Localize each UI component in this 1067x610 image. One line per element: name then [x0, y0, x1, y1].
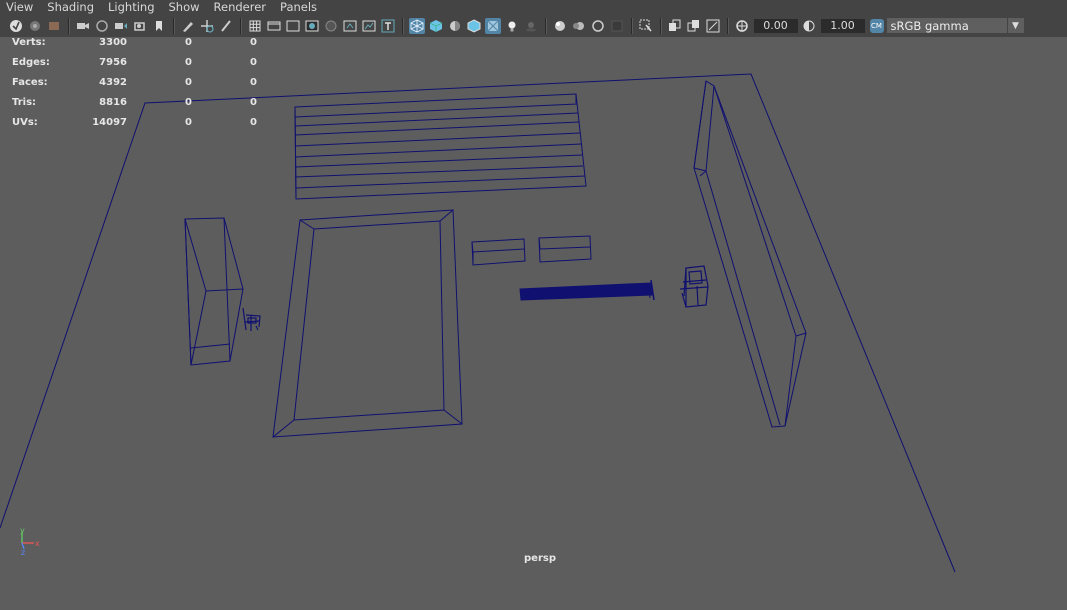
toolbar-separator	[67, 17, 70, 34]
film-gate-icon[interactable]	[266, 18, 282, 34]
use-all-lights-icon[interactable]	[504, 18, 520, 34]
grid-icon[interactable]	[247, 18, 263, 34]
wireframe-on-shaded-icon[interactable]	[466, 18, 482, 34]
hud-value-object: 14097	[92, 117, 127, 128]
toolbar-separator	[544, 17, 547, 34]
toolbar-separator	[659, 17, 662, 34]
wireframe-icon[interactable]	[409, 17, 425, 34]
next-view-icon[interactable]	[132, 18, 148, 34]
xray-joints-icon[interactable]	[667, 18, 683, 34]
exposure-field[interactable]	[753, 18, 798, 33]
chevron-down-icon[interactable]: ▼	[1006, 18, 1024, 33]
color-management-toggle[interactable]: CM	[869, 18, 884, 33]
wall-panel-object	[693, 80, 807, 428]
toolbar-separator	[630, 17, 633, 34]
hud-value-object: 7956	[99, 57, 127, 68]
axis-gizmo: y x z	[20, 526, 40, 556]
bookmarks-icon[interactable]	[46, 18, 62, 34]
hud-value-selected: 0	[185, 77, 192, 88]
menu-show[interactable]: Show	[162, 0, 207, 14]
previous-view-icon[interactable]	[113, 18, 129, 34]
toolbar-separator	[401, 17, 404, 34]
depth-of-field-icon[interactable]	[609, 18, 625, 34]
paint-brush-icon[interactable]	[218, 18, 234, 34]
hud-value-components: 0	[250, 97, 257, 108]
field-chart-icon[interactable]	[323, 18, 339, 34]
hud-value-object: 8816	[99, 97, 127, 108]
default-material-icon[interactable]	[447, 18, 463, 34]
box-object-2	[538, 235, 592, 263]
image-plane-icon[interactable]	[75, 18, 91, 34]
view-transform-icon[interactable]	[94, 18, 110, 34]
toolbar-separator	[172, 17, 175, 34]
menu-shading[interactable]: Shading	[40, 0, 101, 14]
bookmark-icon[interactable]	[151, 18, 167, 34]
toolbar-separator	[239, 17, 242, 34]
panel-toolbar: CM sRGB gamma ▼	[0, 14, 1067, 37]
hud-label: Faces:	[12, 77, 48, 88]
hud-label: UVs:	[12, 117, 38, 128]
hud-row-verts: Verts: 3300 0 0	[0, 37, 280, 57]
motion-blur-icon[interactable]	[571, 18, 587, 34]
menu-renderer[interactable]: Renderer	[207, 0, 274, 14]
panel-menu-bar: View Shading Lighting Show Renderer Pane…	[0, 0, 1067, 14]
safe-action-icon[interactable]	[342, 18, 358, 34]
safe-title-icon[interactable]	[361, 18, 377, 34]
smooth-shade-icon[interactable]	[428, 18, 444, 34]
select-camera-icon[interactable]	[8, 18, 24, 34]
bench-object	[519, 279, 655, 301]
hud-value-components: 0	[250, 37, 257, 48]
hud-value-selected: 0	[185, 117, 192, 128]
gamma-icon[interactable]	[801, 18, 817, 34]
cabinet-object	[184, 217, 244, 366]
text-title-icon[interactable]	[380, 18, 396, 34]
box-object-1	[471, 238, 526, 266]
xray-active-components-icon[interactable]	[686, 18, 702, 34]
isolate-select-icon[interactable]	[638, 18, 654, 34]
camera-attributes-icon[interactable]	[27, 18, 43, 34]
camera-name-label: persp	[524, 553, 556, 564]
hud-row-faces: Faces: 4392 0 0	[0, 77, 280, 97]
menu-view[interactable]: View	[0, 0, 40, 14]
axis-label-x: x	[35, 539, 40, 548]
frame-all-icon[interactable]	[705, 18, 721, 34]
screen-space-ao-icon[interactable]	[552, 18, 568, 34]
hud-value-components: 0	[250, 117, 257, 128]
axis-label-y: y	[20, 526, 25, 535]
chair-object-left	[242, 307, 261, 331]
hud-value-components: 0	[250, 57, 257, 68]
toolbar-separator	[726, 17, 729, 34]
menu-panels[interactable]: Panels	[273, 0, 324, 14]
shadows-icon[interactable]	[523, 18, 539, 34]
color-space-value: sRGB gamma	[890, 18, 969, 33]
multisample-aa-icon[interactable]	[590, 18, 606, 34]
hud-label: Verts:	[12, 37, 46, 48]
2d-pan-zoom-icon[interactable]	[199, 18, 215, 34]
chair-object-right	[679, 265, 709, 308]
grease-pencil-icon[interactable]	[180, 18, 196, 34]
stairs-object	[294, 93, 587, 200]
menu-lighting[interactable]: Lighting	[101, 0, 161, 14]
hud-value-selected: 0	[185, 57, 192, 68]
hud-value-selected: 0	[185, 37, 192, 48]
poly-count-hud: Verts: 3300 0 0 Edges: 7956 0 0 Faces: 4…	[0, 37, 280, 137]
gate-mask-icon[interactable]	[304, 18, 320, 34]
gamma-field[interactable]	[820, 18, 865, 33]
hud-row-edges: Edges: 7956 0 0	[0, 57, 280, 77]
hud-row-tris: Tris: 8816 0 0	[0, 97, 280, 117]
hud-value-object: 4392	[99, 77, 127, 88]
hud-value-object: 3300	[99, 37, 127, 48]
resolution-gate-icon[interactable]	[285, 18, 301, 34]
hud-value-components: 0	[250, 77, 257, 88]
hud-label: Edges:	[12, 57, 50, 68]
exposure-icon[interactable]	[734, 18, 750, 34]
color-space-dropdown[interactable]: sRGB gamma	[886, 18, 1007, 33]
xray-icon[interactable]	[485, 17, 501, 34]
hud-row-uvs: UVs: 14097 0 0	[0, 117, 280, 137]
hud-label: Tris:	[12, 97, 37, 108]
rug-object	[272, 209, 463, 438]
hud-value-selected: 0	[185, 97, 192, 108]
